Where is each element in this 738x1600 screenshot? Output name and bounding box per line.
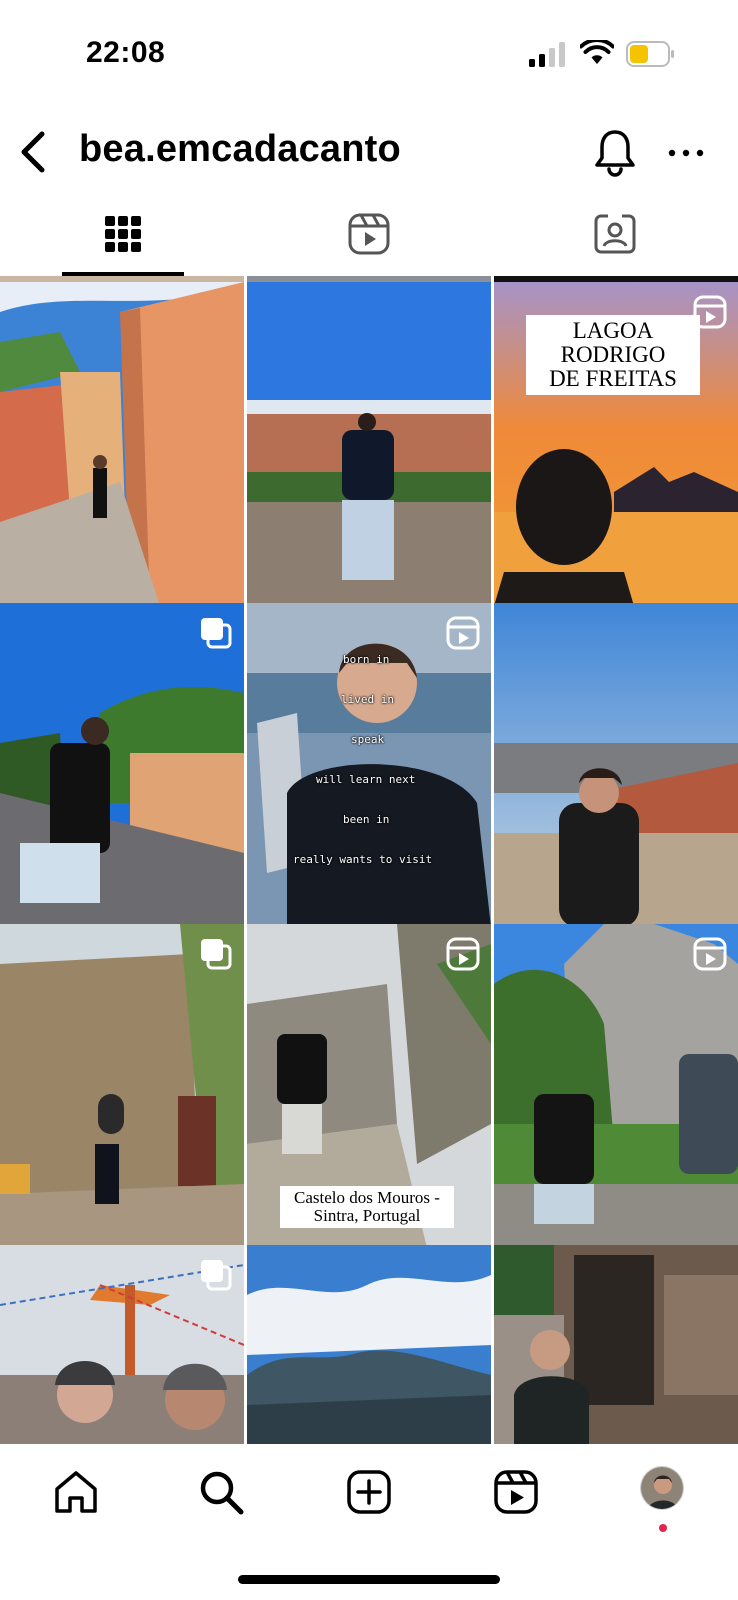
post-image (494, 1245, 738, 1444)
notification-dot (659, 1524, 667, 1532)
post-image (0, 603, 244, 927)
caption-line: DE FREITAS (549, 366, 677, 392)
reels-icon (348, 213, 390, 255)
nav-create[interactable] (345, 1468, 393, 1516)
nav-home[interactable] (52, 1468, 100, 1516)
tab-posts-grid[interactable] (0, 206, 246, 276)
caption-line: Sintra, Portugal (313, 1205, 421, 1225)
caption-line: LAGOA (572, 318, 654, 343)
overlay-line: born in (343, 653, 390, 666)
post-tile-2[interactable] (247, 282, 491, 606)
cellular-signal-icon (529, 42, 565, 67)
tagged-icon (594, 214, 636, 254)
post-tile-10[interactable] (0, 1245, 244, 1444)
carousel-icon (201, 1260, 232, 1291)
plus-square-icon (347, 1470, 391, 1514)
status-bar: 22:08 (0, 0, 738, 108)
post-tile-9[interactable] (494, 924, 738, 1248)
post-caption: Castelo dos Mouros - Sintra, Portugal (280, 1186, 454, 1228)
post-tile-1[interactable] (0, 282, 244, 606)
tab-reels[interactable] (246, 206, 492, 276)
more-options-icon[interactable] (665, 138, 707, 168)
back-chevron-icon[interactable] (12, 124, 56, 180)
home-icon (55, 1471, 97, 1513)
battery-icon (626, 41, 674, 67)
reels-icon (494, 1470, 538, 1514)
profile-tabs (0, 206, 738, 276)
post-tile-11[interactable] (247, 1245, 491, 1444)
posts-grid: LAGOA RODRIGO DE FREITAS born in lived i… (0, 276, 738, 1444)
reels-icon (693, 295, 727, 329)
post-caption: LAGOA RODRIGO DE FREITAS (526, 315, 700, 396)
post-image (0, 924, 244, 1248)
caption-line: Castelo dos Mouros - (294, 1188, 440, 1207)
profile-header: bea.emcadacanto (0, 108, 738, 198)
post-tile-5[interactable]: born in lived in speak will learn next b… (247, 603, 491, 927)
post-tile-3[interactable]: LAGOA RODRIGO DE FREITAS (494, 282, 738, 606)
post-image (247, 603, 491, 927)
post-image (0, 282, 244, 606)
post-image (494, 603, 738, 927)
carousel-icon (201, 939, 232, 970)
avatar (641, 1467, 683, 1509)
post-tile-7[interactable] (0, 924, 244, 1248)
status-time: 22:08 (86, 36, 166, 69)
grid-icon (105, 216, 141, 252)
nav-reels[interactable] (492, 1468, 540, 1516)
overlay-line: lived in (341, 693, 394, 706)
carousel-icon (201, 618, 232, 649)
home-indicator[interactable] (238, 1575, 500, 1584)
post-tile-6[interactable] (494, 603, 738, 927)
nav-profile-avatar[interactable] (640, 1466, 684, 1510)
post-tile-12[interactable] (494, 1245, 738, 1444)
post-image (247, 282, 491, 606)
overlay-line: speak (351, 733, 385, 746)
bell-icon[interactable] (592, 128, 638, 178)
caption-line: RODRIGO (560, 342, 666, 368)
reels-icon (446, 616, 480, 650)
post-image (247, 1245, 491, 1444)
overlay-line: really wants to visit (293, 853, 433, 866)
post-image (494, 924, 738, 1248)
reels-icon (446, 937, 480, 971)
reels-icon (693, 937, 727, 971)
search-icon (200, 1471, 244, 1515)
wifi-icon (580, 40, 614, 64)
nav-search[interactable] (197, 1468, 245, 1516)
post-tile-8[interactable]: Castelo dos Mouros - Sintra, Portugal (247, 924, 491, 1248)
overlay-line: been in (343, 813, 390, 826)
bottom-navigation (0, 1444, 738, 1600)
overlay-line: will learn next (316, 773, 416, 786)
profile-username: bea.emcadacanto (79, 128, 401, 170)
post-tile-4[interactable] (0, 603, 244, 927)
tab-tagged[interactable] (492, 206, 738, 276)
